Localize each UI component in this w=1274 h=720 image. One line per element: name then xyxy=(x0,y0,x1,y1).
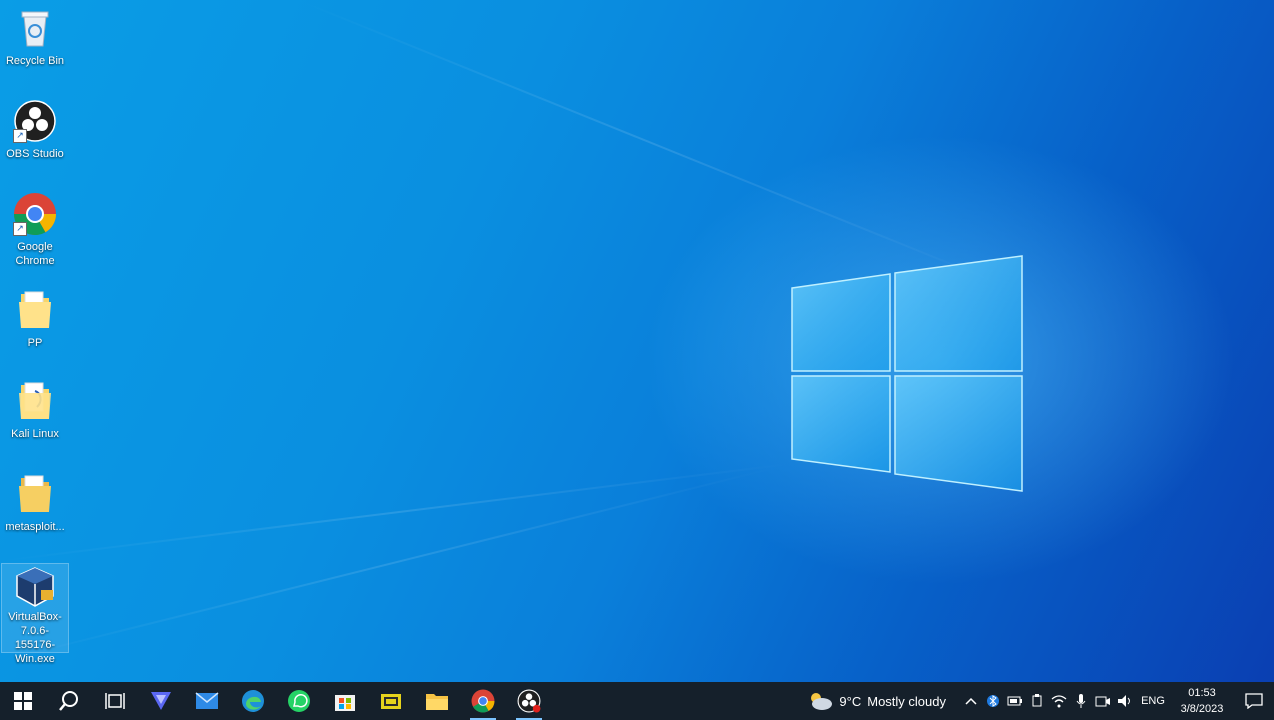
microphone-icon xyxy=(1076,694,1086,708)
folder-icon xyxy=(13,472,57,516)
chrome-icon xyxy=(471,689,495,713)
weather-condition: Mostly cloudy xyxy=(867,693,946,709)
winrar-icon xyxy=(381,694,401,709)
taskbar-app-file-explorer[interactable] xyxy=(414,682,460,720)
taskbar-app-vpn[interactable] xyxy=(138,682,184,720)
light-ray xyxy=(299,0,1006,287)
speaker-icon xyxy=(1118,695,1130,707)
desktop-icon-folder-metasploit[interactable]: metasploit... xyxy=(2,472,68,534)
tray-usb[interactable] xyxy=(1026,694,1048,708)
desktop-icon-virtualbox-installer[interactable]: VirtualBox-7.0.6-155176-Win.exe xyxy=(1,563,69,665)
obs-icon: ↗ xyxy=(13,99,57,143)
shortcut-arrow-icon: ↗ xyxy=(13,222,27,236)
tray-meet-now[interactable] xyxy=(1092,694,1114,708)
desktop-icon-label: VirtualBox-7.0.6-155176-Win.exe xyxy=(8,611,62,665)
folder-icon xyxy=(426,694,448,710)
edge-icon xyxy=(242,690,264,712)
obs-icon xyxy=(517,689,541,713)
windows-start-icon xyxy=(14,692,32,710)
taskbar-app-winrar[interactable] xyxy=(368,682,414,720)
tray-volume[interactable] xyxy=(1114,694,1136,708)
store-icon xyxy=(335,695,355,711)
start-button[interactable] xyxy=(0,682,46,720)
taskbar-app-chrome[interactable] xyxy=(460,682,506,720)
taskbar-app-mail[interactable] xyxy=(184,682,230,720)
task-view-icon xyxy=(105,693,125,709)
taskbar-app-whatsapp[interactable] xyxy=(276,682,322,720)
tray-network[interactable] xyxy=(1048,694,1070,708)
bluetooth-icon xyxy=(987,695,999,707)
search-icon xyxy=(59,691,78,711)
tray-bluetooth[interactable] xyxy=(982,694,1004,708)
desktop-icon-folder-kali-linux[interactable]: Kali Linux xyxy=(2,379,68,441)
light-ray xyxy=(0,462,795,562)
system-tray: 9°C Mostly cloudy ENG 01:53 3/8/2023 xyxy=(807,682,1274,720)
tray-microphone[interactable] xyxy=(1070,693,1092,709)
whatsapp-icon xyxy=(288,690,310,712)
chrome-icon: ↗ xyxy=(13,192,57,236)
folder-icon xyxy=(13,288,57,332)
desktop-icon-label: OBS Studio xyxy=(6,148,64,160)
taskbar-app-store[interactable] xyxy=(322,682,368,720)
task-view-button[interactable] xyxy=(92,682,138,720)
desktop-icon-label: PP xyxy=(27,337,43,349)
wifi-icon xyxy=(1051,695,1067,708)
virtualbox-icon xyxy=(13,564,57,608)
taskbar-app-obs[interactable] xyxy=(506,682,552,720)
action-center-button[interactable] xyxy=(1234,693,1274,709)
meet-now-icon xyxy=(1095,696,1110,707)
notification-icon xyxy=(1245,693,1263,709)
taskbar-app-edge[interactable] xyxy=(230,682,276,720)
chevron-up-icon xyxy=(965,697,977,705)
desktop-wallpaper: Recycle Bin ↗ OBS Studio ↗ Google Chrome… xyxy=(0,0,1274,682)
tray-battery[interactable] xyxy=(1004,696,1026,706)
weather-widget[interactable]: 9°C Mostly cloudy xyxy=(807,691,946,711)
desktop-icon-folder-pp[interactable]: PP xyxy=(2,288,68,350)
input-language[interactable]: ENG xyxy=(1136,695,1170,707)
clock-time: 01:53 xyxy=(1188,687,1216,699)
weather-temperature: 9°C xyxy=(839,693,862,709)
clock[interactable]: 01:53 3/8/2023 xyxy=(1174,685,1230,717)
shortcut-arrow-icon: ↗ xyxy=(13,129,27,143)
desktop-icon-label: Kali Linux xyxy=(11,428,59,440)
desktop-icon-label: metasploit... xyxy=(5,521,65,533)
light-ray xyxy=(0,466,777,662)
show-hidden-icons-button[interactable] xyxy=(960,697,982,705)
clock-date: 3/8/2023 xyxy=(1180,703,1224,715)
cloudy-weather-icon xyxy=(811,693,833,710)
taskbar: 9°C Mostly cloudy ENG 01:53 3/8/2023 xyxy=(0,682,1274,720)
battery-icon xyxy=(1007,696,1022,706)
desktop-icon-label: Recycle Bin xyxy=(5,55,65,67)
usb-device-icon xyxy=(1032,694,1042,707)
vpn-icon xyxy=(151,692,171,710)
windows-logo xyxy=(791,255,1023,492)
recycle-bin-icon xyxy=(13,6,57,50)
folder-icon xyxy=(13,379,57,423)
desktop-icon-google-chrome[interactable]: ↗ Google Chrome xyxy=(2,192,68,268)
desktop-icon-obs-studio[interactable]: ↗ OBS Studio xyxy=(2,99,68,161)
search-button[interactable] xyxy=(46,682,92,720)
desktop-icon-label: Google Chrome xyxy=(15,241,55,267)
desktop-icon-recycle-bin[interactable]: Recycle Bin xyxy=(2,6,68,68)
mail-icon xyxy=(195,692,219,709)
